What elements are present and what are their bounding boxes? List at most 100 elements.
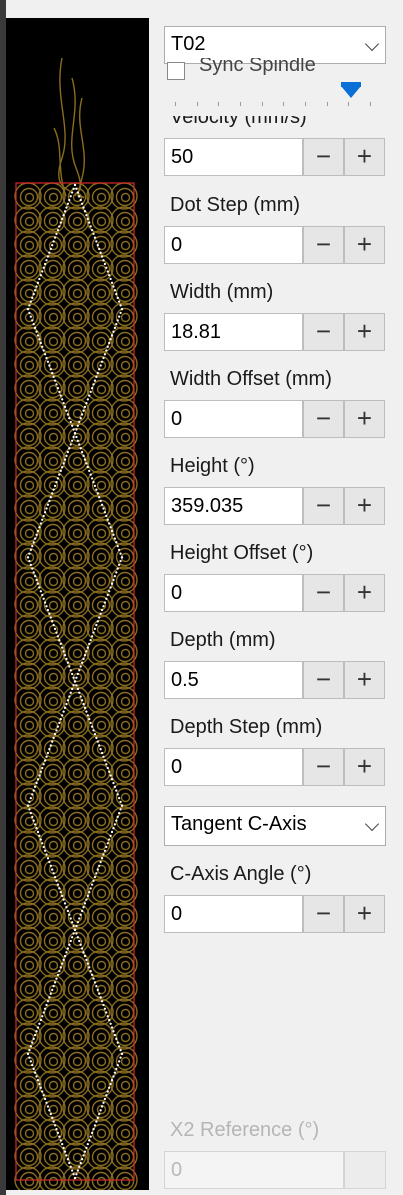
toolpath-dot: [75, 924, 78, 928]
depth-step-field: 0 − +: [164, 748, 386, 786]
toolpath-dot: [38, 526, 41, 529]
depth-step-input[interactable]: 0: [164, 748, 303, 786]
toolpath-dot: [88, 394, 91, 397]
spiral-ring: [96, 768, 107, 779]
velocity-increment-button[interactable]: +: [344, 138, 385, 176]
depth-step-decrement-button[interactable]: −: [303, 748, 344, 786]
spiral-ring: [91, 1171, 111, 1190]
spiral-ring: [67, 211, 87, 231]
toolpath-dot: [76, 1169, 79, 1172]
toolpath-dot: [96, 868, 99, 871]
height-offset-input[interactable]: 0: [164, 574, 303, 612]
toolpath-dot: [29, 300, 32, 303]
width-increment-button[interactable]: +: [344, 313, 385, 351]
spiral-ring: [96, 888, 107, 899]
toolpath-dot: [109, 1082, 112, 1086]
spiral-ring: [48, 960, 59, 971]
height-decrement-button[interactable]: −: [303, 487, 344, 525]
toolpath-dot: [68, 447, 71, 450]
toolpath-dot: [59, 469, 62, 473]
toolpath-dot: [49, 864, 52, 867]
toolpath-dot: [41, 1015, 44, 1018]
spiral-ring: [43, 451, 63, 471]
spiral-ring: [19, 787, 39, 807]
spiral-ring: [24, 1104, 35, 1115]
spiral-ring: [48, 264, 59, 275]
toolpath-dot: [92, 383, 95, 386]
depth-step-increment-button[interactable]: +: [344, 748, 385, 786]
toolpath-dot: [49, 744, 52, 747]
velocity-input[interactable]: 50: [164, 138, 303, 176]
depth-increment-button[interactable]: +: [344, 661, 385, 699]
toolpath-dot: [55, 383, 58, 386]
height-field: 359.035 − +: [164, 487, 386, 525]
width-offset-increment-button[interactable]: +: [344, 400, 385, 438]
width-decrement-button[interactable]: −: [303, 313, 344, 351]
toolpath-dot: [82, 951, 85, 954]
spiral-ring: [24, 408, 35, 419]
spiral-ring: [67, 1003, 87, 1023]
height-offset-increment-button[interactable]: +: [344, 574, 385, 612]
toolpath-dot: [49, 1112, 52, 1116]
checkbox-box[interactable]: [167, 62, 185, 80]
toolpath-dot: [66, 909, 70, 913]
dot-step-decrement-button[interactable]: −: [303, 226, 344, 264]
toolpath-dot: [63, 210, 67, 213]
toolpath-dot: [39, 1018, 42, 1022]
toolpath-dot: [96, 740, 99, 743]
toolpath-preview[interactable]: [6, 18, 149, 1190]
toolpath-dot: [119, 808, 122, 811]
toolpath-dot: [76, 439, 79, 442]
spiral-ring: [72, 840, 83, 851]
toolpath-dot: [36, 1026, 40, 1029]
spiral-ring: [67, 739, 87, 759]
toolpath-dot: [38, 586, 41, 589]
toolpath-dot: [98, 864, 101, 867]
toolpath-dot: [45, 853, 48, 856]
dot-step-input[interactable]: 0: [164, 226, 303, 264]
toolpath-dot: [46, 751, 50, 755]
toolpath-dot: [76, 672, 79, 676]
velocity-decrement-button[interactable]: −: [303, 138, 344, 176]
depth-decrement-button[interactable]: −: [303, 661, 344, 699]
spiral-ring: [24, 912, 35, 923]
dot-step-increment-button[interactable]: +: [344, 226, 385, 264]
spiral-ring: [24, 1032, 35, 1043]
width-offset-decrement-button[interactable]: −: [303, 400, 344, 438]
height-increment-button[interactable]: +: [344, 487, 385, 525]
axis-mode-select[interactable]: Tangent C-Axis: [164, 806, 386, 846]
toolpath-dot: [102, 507, 105, 510]
spiral-ring: [19, 475, 39, 495]
spiral-ring: [96, 696, 107, 707]
spiral-ring: [96, 1056, 107, 1067]
spiral-ring: [24, 288, 35, 299]
width-offset-input[interactable]: 0: [164, 400, 303, 438]
velocity-slider[interactable]: [165, 82, 380, 118]
toolpath-dot: [110, 334, 114, 337]
spiral-ring: [24, 528, 35, 539]
spiral-ring: [72, 408, 83, 419]
height-offset-decrement-button[interactable]: −: [303, 574, 344, 612]
depth-input[interactable]: 0.5: [164, 661, 303, 699]
toolpath-dot: [61, 646, 64, 649]
height-input[interactable]: 359.035: [164, 487, 303, 525]
toolpath-dot: [28, 552, 31, 555]
toolpath-dot: [35, 1030, 38, 1033]
toolpath-dot: [66, 450, 70, 454]
toolpath-dot: [63, 405, 67, 409]
c-axis-angle-decrement-button[interactable]: −: [303, 895, 344, 933]
slider-thumb[interactable]: [340, 82, 361, 98]
spiral-ring: [120, 576, 131, 587]
toolpath-dot: [58, 1135, 61, 1138]
sync-spindle-checkbox[interactable]: Sync Spindle: [165, 58, 395, 80]
spiral-ring: [43, 595, 63, 615]
toolpath-dot: [113, 326, 117, 330]
c-axis-angle-input[interactable]: 0: [164, 895, 303, 933]
toolpath-dot: [61, 1142, 64, 1146]
toolpath-dot: [100, 255, 104, 258]
spiral-ring: [115, 1003, 135, 1023]
c-axis-angle-increment-button[interactable]: +: [344, 895, 385, 933]
width-input[interactable]: 18.81: [164, 313, 303, 351]
toolpath-dot: [58, 390, 61, 394]
toolpath-dot: [51, 868, 54, 871]
